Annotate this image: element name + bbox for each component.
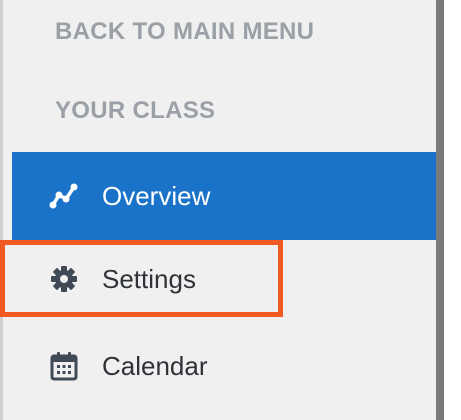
calendar-icon <box>48 350 80 382</box>
vertical-divider-scrollbar[interactable] <box>436 0 444 420</box>
section-heading-your-class: YOUR CLASS <box>55 97 216 124</box>
sidebar-item-overview[interactable]: Overview <box>12 152 439 240</box>
right-margin <box>444 0 461 420</box>
sidebar-item-label: Calendar <box>102 350 208 381</box>
sidebar: BACK TO MAIN MENU YOUR CLASS Overview Se… <box>0 0 439 420</box>
sidebar-item-settings[interactable]: Settings <box>12 235 439 323</box>
gear-icon <box>48 263 80 295</box>
sidebar-item-calendar[interactable]: Calendar <box>12 322 439 410</box>
sidebar-item-label: Settings <box>102 263 196 294</box>
back-to-main-menu-link[interactable]: BACK TO MAIN MENU <box>55 18 314 46</box>
activity-graph-icon <box>48 180 80 212</box>
sidebar-item-label: Overview <box>102 180 211 211</box>
